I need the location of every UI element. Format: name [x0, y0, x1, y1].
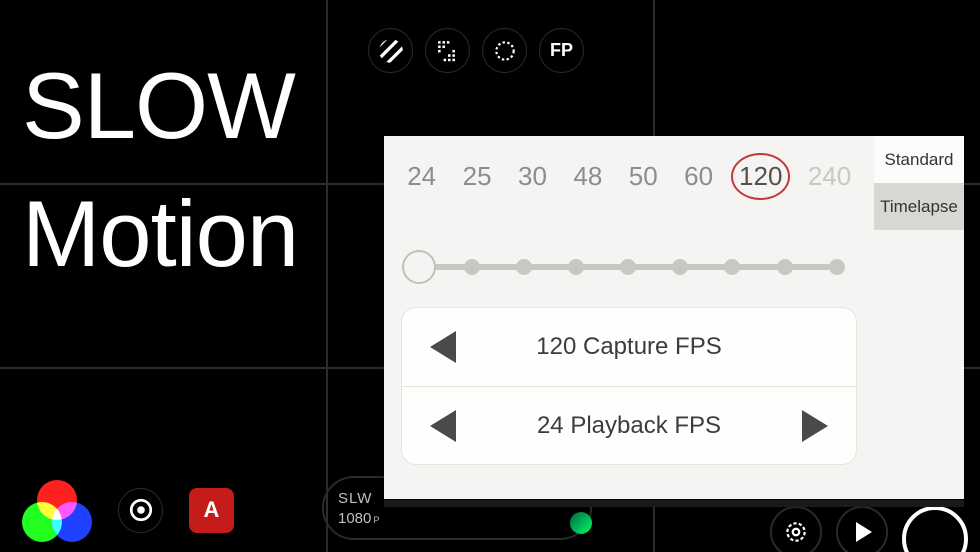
- playback-slider[interactable]: [406, 252, 852, 282]
- fps-options-row: 24 25 30 48 50 60 120 240: [384, 146, 874, 206]
- fps-option-120[interactable]: 120: [731, 153, 790, 200]
- fps-option-30[interactable]: 30: [509, 155, 555, 198]
- focus-peaking-icon[interactable]: [425, 28, 470, 73]
- exposure-icon[interactable]: [482, 28, 527, 73]
- resolution-label: 1080P: [338, 510, 590, 527]
- capture-fps-stepper: 120 Capture FPS: [402, 308, 856, 386]
- top-tools-row: FP: [368, 28, 584, 73]
- fps-option-48[interactable]: 48: [565, 155, 611, 198]
- fps-option-240: 240: [800, 155, 859, 198]
- fps-option-60[interactable]: 60: [676, 155, 722, 198]
- playback-fps-prev[interactable]: [430, 410, 456, 442]
- record-indicator-icon: [570, 512, 592, 534]
- capture-fps-label: 120 Capture FPS: [536, 333, 721, 361]
- focus-target-icon[interactable]: [118, 488, 163, 533]
- fps-option-50[interactable]: 50: [620, 155, 666, 198]
- hero-title-line2: Motion: [22, 180, 298, 288]
- playback-fps-stepper: 24 Playback FPS: [402, 386, 856, 464]
- fps-settings-panel: 24 25 30 48 50 60 120 240 120 Capture FP…: [384, 136, 964, 499]
- playback-fps-next[interactable]: [802, 410, 828, 442]
- zebra-icon[interactable]: [368, 28, 413, 73]
- panel-tabs: Standard Timelapse: [874, 136, 964, 499]
- play-icon[interactable]: [836, 506, 888, 552]
- capture-fps-prev[interactable]: [430, 331, 456, 363]
- fps-option-25[interactable]: 25: [454, 155, 500, 198]
- hero-title-line1: SLOW: [22, 52, 295, 160]
- transport-controls: [770, 506, 980, 552]
- tab-standard[interactable]: Standard: [874, 136, 964, 183]
- peak-assist-letter: A: [204, 497, 220, 523]
- color-wheel-icon[interactable]: [22, 480, 92, 540]
- playback-fps-label: 24 Playback FPS: [537, 412, 721, 440]
- fp-button[interactable]: FP: [539, 28, 584, 73]
- tab-timelapse[interactable]: Timelapse: [874, 183, 964, 230]
- record-button[interactable]: [902, 506, 968, 552]
- settings-gear-icon[interactable]: [770, 506, 822, 552]
- peak-assist-button[interactable]: A: [189, 488, 234, 533]
- playback-slider-handle[interactable]: [402, 250, 436, 284]
- bottom-tools-row: A: [22, 480, 234, 540]
- fps-option-24[interactable]: 24: [399, 155, 445, 198]
